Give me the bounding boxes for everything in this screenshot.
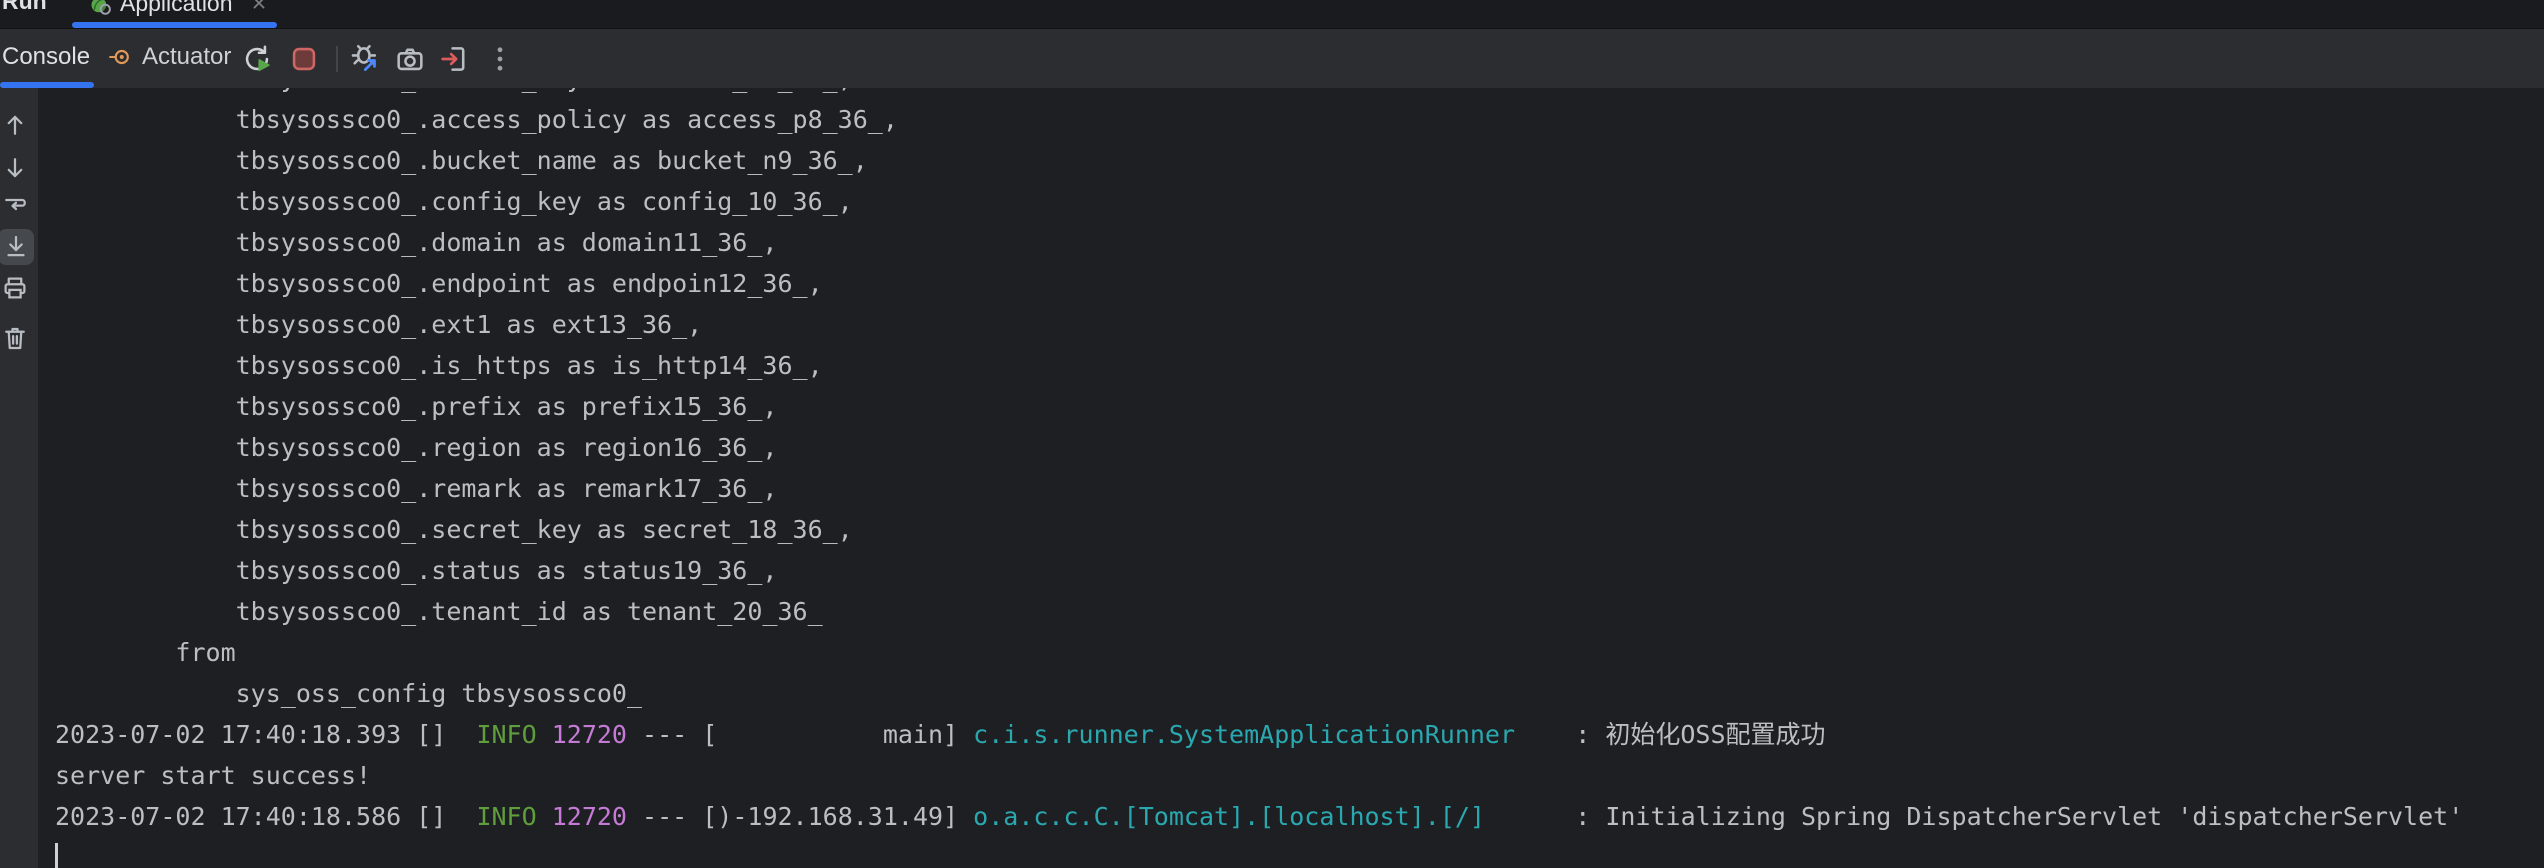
tool-window-header: Run Application	[0, 0, 2544, 28]
console-line: from	[55, 632, 2463, 673]
console-toolbar: Console Actuator	[0, 28, 2544, 88]
print-button[interactable]	[0, 273, 30, 303]
down-the-stack-trace-button[interactable]	[0, 153, 30, 183]
toolbar-divider	[336, 46, 338, 72]
attach-debugger-button[interactable]	[349, 42, 383, 76]
console-line: tbsysossco0_.ext1 as ext13_36_,	[55, 304, 2463, 345]
console-line: tbsysossco0_.tenant_id as tenant_20_36_	[55, 591, 2463, 632]
console-lines: tbsysossco0_.access_key as access_k7_36_…	[55, 88, 2463, 868]
console-line: tbsysossco0_.secret_key as secret_18_36_…	[55, 509, 2463, 550]
console-line: tbsysossco0_.is_https as is_http14_36_,	[55, 345, 2463, 386]
run-config-tab-label: Application	[120, 0, 233, 17]
console-line: tbsysossco0_.endpoint as endpoin12_36_,	[55, 263, 2463, 304]
console-line: 2023-07-02 17:40:18.393 [] INFO 12720 --…	[55, 714, 2463, 755]
console-left-toolbar	[0, 88, 38, 868]
rerun-button[interactable]	[240, 42, 274, 76]
more-options-button[interactable]	[483, 42, 517, 76]
tab-console[interactable]: Console	[0, 29, 96, 88]
stop-button[interactable]	[287, 42, 321, 76]
tab-actuator[interactable]: Actuator	[102, 29, 237, 88]
console-line: tbsysossco0_.domain as domain11_36_,	[55, 222, 2463, 263]
tab-console-label: Console	[2, 43, 90, 71]
up-the-stack-trace-button[interactable]	[0, 110, 30, 140]
soft-wrap-button[interactable]	[0, 190, 30, 220]
console-line: tbsysossco0_.access_policy as access_p8_…	[55, 99, 2463, 140]
exit-button[interactable]	[437, 42, 471, 76]
console-line: sys_oss_config tbsysossco0_	[55, 673, 2463, 714]
text-caret	[55, 843, 58, 868]
run-tool-window: Run Application Console Actuator tbsysos…	[0, 0, 2544, 868]
console-line: tbsysossco0_.remark as remark17_36_,	[55, 468, 2463, 509]
console-line: tbsysossco0_.status as status19_36_,	[55, 550, 2463, 591]
console-line	[55, 837, 2463, 868]
run-config-tab-application[interactable]: Application	[80, 0, 272, 28]
console-line: tbsysossco0_.prefix as prefix15_36_,	[55, 386, 2463, 427]
tab-actuator-label: Actuator	[142, 43, 231, 71]
console-line: tbsysossco0_.bucket_name as bucket_n9_36…	[55, 140, 2463, 181]
thread-dump-button[interactable]	[393, 42, 427, 76]
console-line: 2023-07-02 17:40:18.586 [] INFO 12720 --…	[55, 796, 2463, 837]
close-icon[interactable]	[248, 0, 270, 14]
console-output[interactable]: tbsysossco0_.access_key as access_k7_36_…	[38, 88, 2544, 868]
actuator-icon	[106, 43, 134, 71]
spring-boot-run-icon	[88, 0, 114, 19]
console-line: tbsysossco0_.config_key as config_10_36_…	[55, 181, 2463, 222]
console-line: server start success!	[55, 755, 2463, 796]
console-line: tbsysossco0_.region as region16_36_,	[55, 427, 2463, 468]
tool-window-title: Run	[2, 0, 47, 15]
console-line: tbsysossco0_.access_key as access_k7_36_…	[55, 88, 2463, 99]
clear-all-button[interactable]	[0, 323, 30, 353]
scroll-to-end-button[interactable]	[0, 229, 34, 265]
